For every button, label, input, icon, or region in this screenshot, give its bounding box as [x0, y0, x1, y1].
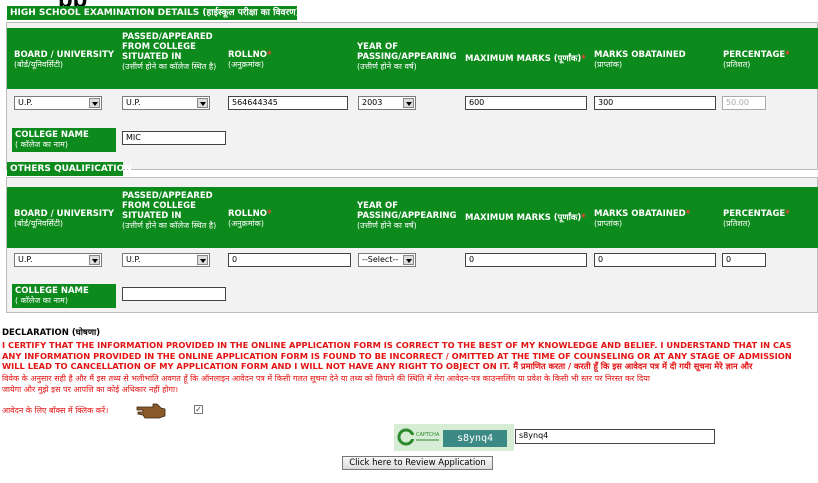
checkbox-instruction: आवेदन के लिए बॉक्स में क्लिक करें। [2, 406, 109, 415]
col-rollno: ROLLNO* (अनुक्रमांक) [228, 50, 272, 69]
col-board: BOARD / UNIVERSITY (बोर्ड/यूनिवर्सिटी) [14, 209, 115, 228]
other-percentage-input[interactable]: 0 [722, 253, 766, 267]
hs-college-label: COLLEGE NAME( कॉलेज का नाम) [12, 128, 116, 152]
other-state-select[interactable]: U.P. [122, 253, 210, 267]
col-marks-obtained: MARKS OBATAINED (प्राप्तांक) [594, 50, 686, 69]
other-board-select[interactable]: U.P. [14, 253, 102, 267]
other-rollno-input[interactable]: 0 [228, 253, 351, 267]
chevron-down-icon [403, 98, 414, 108]
hs-state-select[interactable]: U.P. [122, 96, 210, 110]
chevron-down-icon [403, 255, 414, 265]
col-year: YEAR OF PASSING/APPEARING (उत्तीर्ण होने … [357, 42, 457, 71]
declaration-heading: DECLARATION (घोषणा) [2, 328, 101, 338]
chevron-down-icon [89, 255, 100, 265]
declaration-hindi: विवेक के अनुसार सही है और मैं इस तथ्य से… [2, 374, 650, 394]
hs-max-marks-input[interactable]: 600 [465, 96, 587, 110]
col-percentage: PERCENTAGE* (प्रतिशत) [723, 50, 790, 69]
other-year-select[interactable]: --Select-- [358, 253, 416, 267]
other-college-input[interactable] [122, 287, 226, 301]
col-year: YEAR OF PASSING/APPEARING (उत्तीर्ण होने … [357, 201, 457, 230]
high-school-section-title: HIGH SCHOOL EXAMINATION DETAILS (हाईस्कू… [7, 6, 300, 20]
captcha-input[interactable]: s8ynq4 [515, 429, 715, 444]
other-max-marks-input[interactable]: 0 [465, 253, 587, 267]
captcha-logo-icon: CAPTCHA [397, 428, 440, 446]
other-college-label: COLLEGE NAME( कॉलेज का नाम) [12, 284, 116, 308]
hs-rollno-input[interactable]: 564644345 [228, 96, 348, 110]
agree-checkbox[interactable]: ✓ [194, 405, 203, 414]
col-rollno: ROLLNO* (अनुक्रमांक) [228, 209, 272, 228]
pointing-hand-icon [136, 403, 166, 419]
col-passed: PASSED/APPEARED FROM COLLEGE SITUATED IN… [122, 191, 217, 230]
col-board: BOARD / UNIVERSITY (बोर्ड/यूनिवर्सिटी) [14, 50, 115, 69]
hs-college-input[interactable]: MIC [122, 131, 226, 145]
hs-year-select[interactable]: 2003 [358, 96, 416, 110]
hs-percentage-field: 50.00 [722, 96, 766, 110]
others-header-row: BOARD / UNIVERSITY (बोर्ड/यूनिवर्सिटी) PA… [7, 187, 818, 248]
hs-board-select[interactable]: U.P. [14, 96, 102, 110]
chevron-down-icon [89, 98, 100, 108]
review-application-button[interactable]: Click here to Review Application [342, 456, 493, 470]
hs-marks-obtained-input[interactable]: 300 [594, 96, 716, 110]
chevron-down-icon [197, 98, 208, 108]
high-school-header-row: BOARD / UNIVERSITY (बोर्ड/यूनिवर्सिटी) PA… [7, 28, 818, 89]
col-percentage: PERCENTAGE* (प्रतिशत) [723, 209, 790, 228]
col-passed: PASSED/APPEARED FROM COLLEGE SITUATED IN… [122, 32, 217, 71]
chevron-down-icon [197, 255, 208, 265]
col-marks-obtained: MARKS OBATAINED* (प्राप्तांक) [594, 209, 691, 228]
col-max-marks: MAXIMUM MARKS (पूर्णांक)* [465, 54, 586, 64]
others-section-title: OTHERS QUALIFICATION [7, 162, 132, 176]
col-max-marks: MAXIMUM MARKS (पूर्णांक)* [465, 213, 586, 223]
declaration-english: I CERTIFY THAT THE INFORMATION PROVIDED … [2, 340, 792, 371]
svg-text:CAPTCHA: CAPTCHA [416, 432, 440, 438]
captcha-image: s8ynq4 [443, 430, 507, 447]
other-marks-obtained-input[interactable]: 0 [594, 253, 716, 267]
